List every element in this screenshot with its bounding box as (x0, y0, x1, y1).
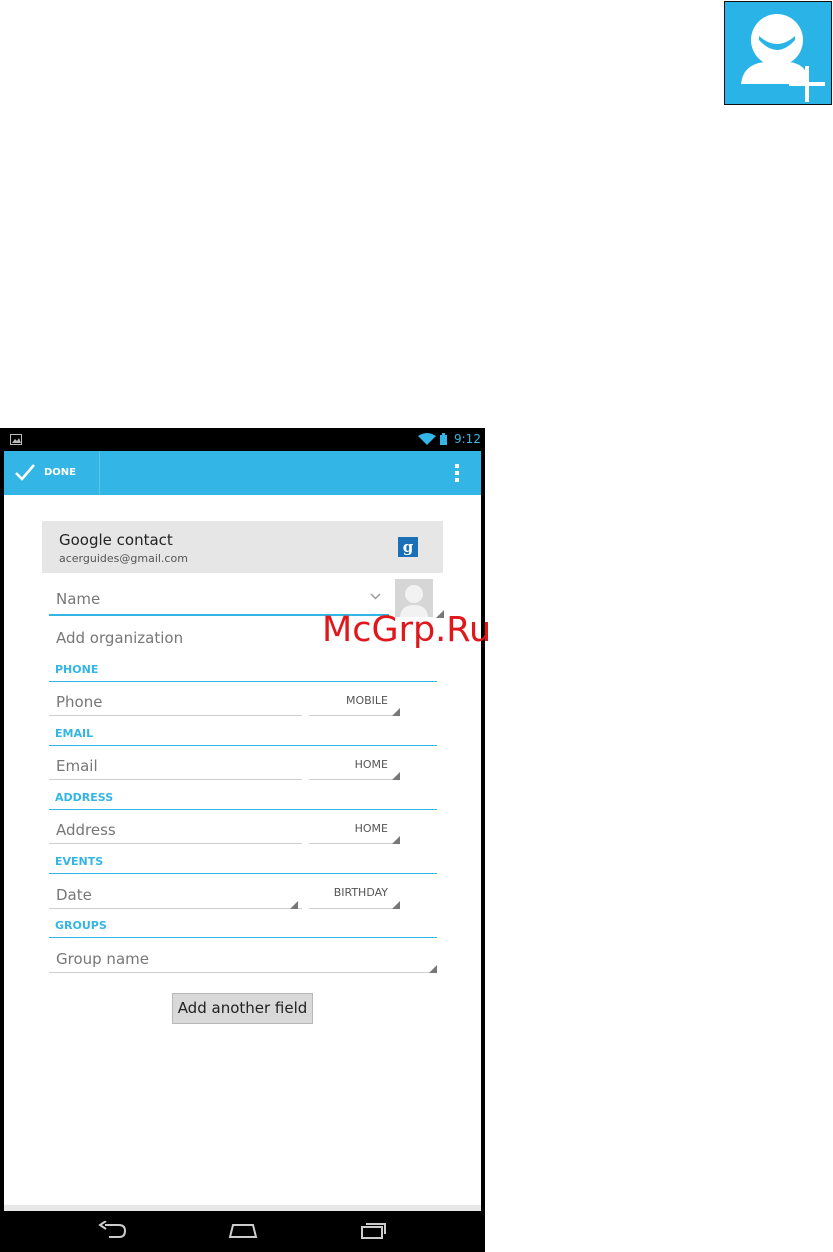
email-type-dropdown-icon (392, 772, 400, 780)
phone-field[interactable]: Phone (56, 693, 102, 711)
account-type: Google contact (59, 531, 173, 549)
event-type-dropdown-icon (392, 901, 400, 909)
home-icon[interactable] (227, 1221, 259, 1239)
address-section-divider (49, 809, 437, 810)
device-screen: 9:12 DONE Google contact acerguides@gmai… (0, 428, 485, 1252)
phone-section-divider (49, 681, 437, 682)
date-dropdown-icon (290, 901, 298, 909)
email-underline (49, 779, 302, 780)
email-section-header: EMAIL (55, 727, 94, 740)
google-icon: g (398, 537, 418, 557)
wifi-icon (418, 433, 436, 445)
phone-section-header: PHONE (55, 663, 99, 676)
address-underline (49, 843, 302, 844)
navigation-bar (0, 1211, 485, 1252)
email-type-underline (309, 779, 400, 780)
groups-section-divider (49, 937, 437, 938)
back-icon[interactable] (97, 1221, 127, 1239)
email-section-divider (49, 745, 437, 746)
phone-type-dropdown-icon (392, 708, 400, 716)
status-bar: 9:12 (0, 428, 485, 451)
add-contact-icon (724, 1, 832, 105)
contact-editor: Google contact acerguides@gmail.com g Na… (4, 495, 481, 1205)
add-another-field-button[interactable]: Add another field (172, 993, 313, 1024)
check-icon (15, 464, 35, 481)
account-email: acerguides@gmail.com (59, 552, 188, 565)
name-field[interactable]: Name (56, 590, 100, 608)
action-bar: DONE (4, 451, 481, 495)
address-field[interactable]: Address (56, 821, 116, 839)
address-type-underline (309, 843, 400, 844)
events-section-divider (49, 873, 437, 874)
groups-section-header: GROUPS (55, 919, 107, 932)
chevron-down-icon[interactable] (370, 593, 381, 600)
watermark: McGrp.Ru (322, 610, 492, 650)
phone-type-spinner[interactable]: MOBILE (312, 694, 388, 707)
phone-type-underline (309, 715, 400, 716)
group-name-field[interactable]: Group name (56, 950, 149, 968)
date-underline (49, 908, 302, 909)
image-notification-icon (10, 434, 22, 445)
group-dropdown-icon (429, 965, 437, 973)
email-field[interactable]: Email (56, 757, 98, 775)
address-section-header: ADDRESS (55, 791, 114, 804)
address-type-spinner[interactable]: HOME (312, 822, 388, 835)
account-header: Google contact acerguides@gmail.com g (42, 521, 443, 573)
recent-apps-icon[interactable] (360, 1221, 388, 1239)
overflow-menu-icon[interactable] (454, 463, 460, 483)
address-type-dropdown-icon (392, 836, 400, 844)
done-button[interactable]: DONE (4, 451, 100, 495)
phone-underline (49, 715, 302, 716)
battery-icon (440, 433, 447, 445)
group-underline (49, 972, 437, 973)
events-section-header: EVENTS (55, 855, 104, 868)
add-organization-link[interactable]: Add organization (56, 629, 183, 647)
done-label: DONE (44, 467, 77, 478)
status-clock: 9:12 (454, 432, 481, 446)
date-field[interactable]: Date (56, 886, 92, 904)
email-type-spinner[interactable]: HOME (312, 758, 388, 771)
event-type-underline (309, 908, 400, 909)
event-type-spinner[interactable]: BIRTHDAY (312, 886, 388, 899)
